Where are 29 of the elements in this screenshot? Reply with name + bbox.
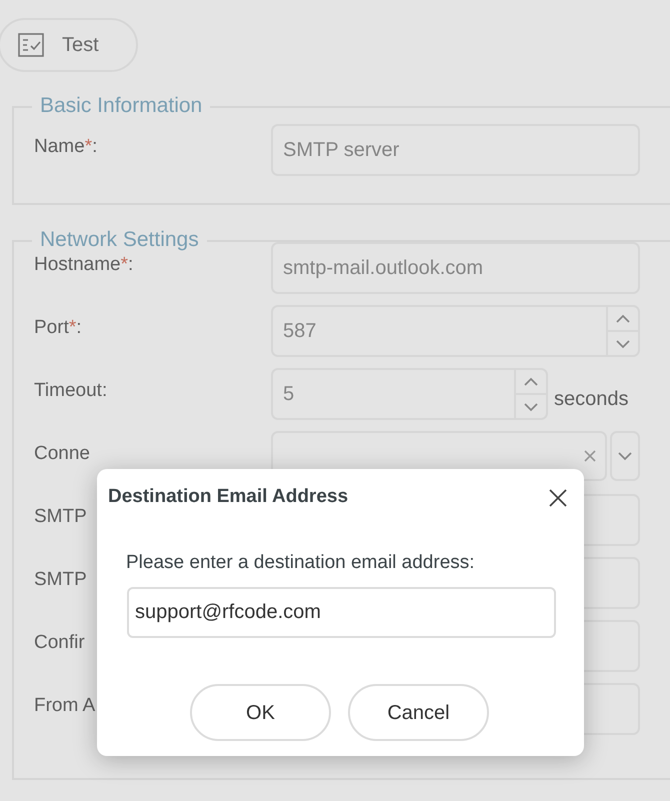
dialog-button[interactable]: Cancel — [348, 684, 489, 741]
up-chevron-icon[interactable] — [523, 376, 539, 386]
dropdown-toggle-button[interactable] — [610, 431, 640, 481]
field-label: SMTP — [34, 505, 87, 529]
down-chevron-icon[interactable] — [523, 402, 539, 412]
test-button[interactable]: Test — [0, 18, 138, 72]
text-field[interactable]: smtp-mail.outlook.com — [271, 242, 640, 294]
field-label: SMTP — [34, 568, 87, 592]
field-label: Confir — [34, 631, 85, 655]
field-label: Port*: — [34, 316, 82, 340]
field-label: Conne — [34, 442, 90, 466]
prompt-text: Please enter a destination email address: — [126, 551, 475, 575]
number-field[interactable]: 587 — [271, 305, 640, 357]
field-label: Name*: — [34, 135, 98, 159]
email-input[interactable]: support@rfcode.com — [127, 587, 556, 638]
field-label: Timeout: — [34, 379, 108, 403]
dialog-title: Destination Email Address — [108, 485, 348, 509]
number-field[interactable]: 5 — [271, 368, 548, 420]
checklist-icon — [18, 33, 44, 57]
clear-icon[interactable] — [583, 449, 597, 463]
text-field[interactable]: SMTP server — [271, 124, 640, 176]
up-chevron-icon[interactable] — [615, 314, 631, 324]
close-icon[interactable] — [549, 488, 567, 507]
field-label: From A — [34, 694, 96, 718]
dialog-button[interactable]: OK — [190, 684, 331, 741]
unit-label: seconds — [553, 387, 628, 412]
field-label: Hostname*: — [34, 253, 134, 277]
down-chevron-icon[interactable] — [615, 338, 631, 348]
down-chevron-icon — [617, 451, 633, 461]
